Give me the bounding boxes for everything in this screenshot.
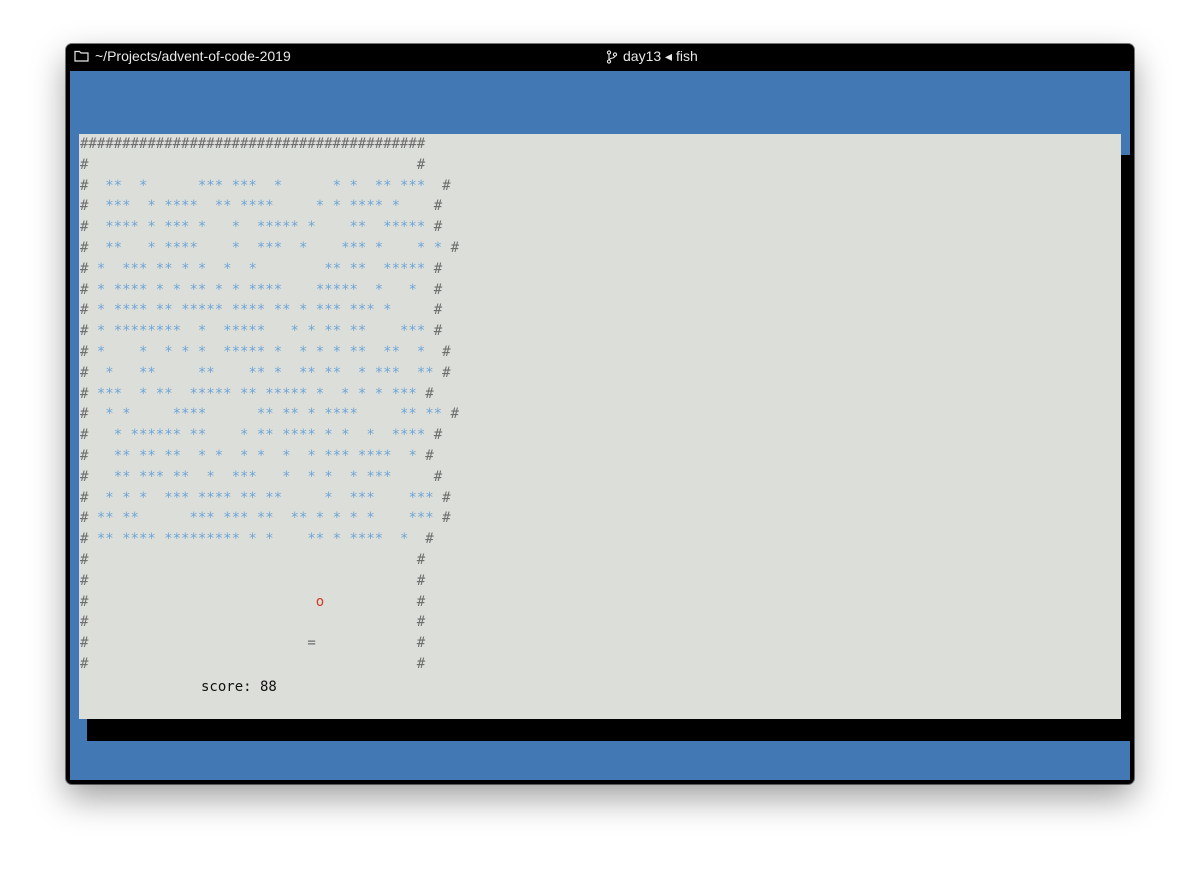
game-row: # ** *** ** * *** * * * * *** # [80, 468, 443, 485]
git-branch-icon [606, 49, 618, 64]
terminal-content[interactable]: ########################################… [70, 71, 1130, 780]
title-label: day13 ◂ fish [623, 48, 698, 64]
terminal-window: ~/Projects/advent-of-code-2019 day13 ◂ f… [66, 44, 1134, 784]
game-row: # **** * *** * * ***** * ** ***** # [80, 219, 443, 236]
game-row: # # [80, 655, 426, 672]
game-row: # * * **** ** ** * **** ** ** # [80, 406, 459, 423]
game-row: # * **** * * ** * * **** ***** * * # [80, 281, 443, 298]
game-row: # ** ** ** * * * * * * *** **** * # [80, 447, 434, 464]
game-row: # * ******** * ***** * * ** ** *** # [80, 323, 443, 340]
window-path: ~/Projects/advent-of-code-2019 [74, 48, 291, 64]
game-row: # * ****** ** * ** **** * * * **** # [80, 427, 443, 444]
game-row: # * * * * * ***** * * * * ** ** * # [80, 343, 451, 360]
game-row: # *** * ** ***** ** ***** * * * * *** # [80, 385, 434, 402]
game-row: # * **** ** ***** **** ** * *** *** * # [80, 302, 443, 319]
game-row: # # [80, 156, 426, 173]
game-row: # * ** ** ** * ** ** * *** ** # [80, 364, 451, 381]
game-row: # ** ** *** *** ** ** * * * * *** # [80, 510, 451, 527]
window-title: day13 ◂ fish [606, 48, 698, 65]
game-row: # o # [80, 593, 426, 610]
game-row: # *** * **** ** **** * * **** * # [80, 198, 443, 215]
game-row: # = # [80, 635, 426, 652]
game-row: # * *** ** * * * * ** ** ***** # [80, 260, 443, 277]
game-row: # # [80, 551, 426, 568]
game-row: # ** * *** *** * * * ** *** # [80, 177, 451, 194]
game-row: # ** **** ********* * * ** * **** * # [80, 531, 434, 548]
game-panel: ########################################… [79, 134, 1121, 719]
game-row: # # [80, 614, 426, 631]
game-row: # # [80, 572, 426, 589]
game-screen: ########################################… [80, 134, 459, 675]
score-label: score: 88 [201, 679, 277, 695]
game-row: # ** * **** * *** * *** * * * # [80, 239, 459, 256]
folder-icon [74, 50, 89, 62]
path-label: ~/Projects/advent-of-code-2019 [95, 48, 291, 64]
game-row: # * * * *** **** ** ** * *** *** # [80, 489, 451, 506]
title-bar[interactable]: ~/Projects/advent-of-code-2019 day13 ◂ f… [66, 44, 1134, 71]
game-row: ########################################… [80, 136, 426, 152]
